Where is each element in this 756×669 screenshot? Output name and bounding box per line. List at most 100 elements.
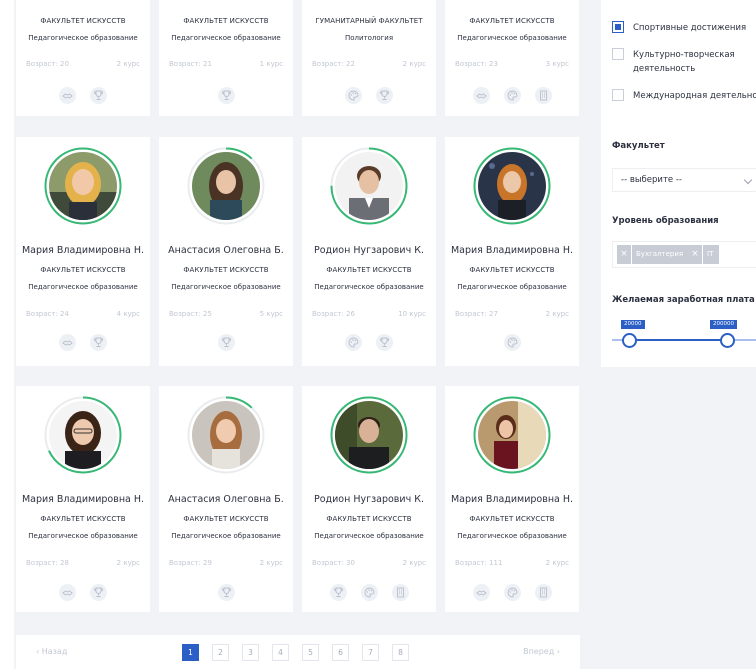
avatar[interactable]: [330, 147, 408, 225]
remove-tag-icon[interactable]: ×: [617, 245, 632, 264]
page-button-2[interactable]: 2: [212, 644, 229, 661]
card-program: Педагогическое образование: [314, 532, 424, 540]
student-card[interactable]: ФАКУЛЬТЕТ ИСКУССТВ Педагогическое образо…: [445, 0, 579, 116]
card-faculty: ФАКУЛЬТЕТ ИСКУССТВ: [326, 266, 412, 274]
card-achievement-icons: [302, 584, 436, 601]
handshake-icon: [472, 584, 490, 601]
card-achievement-icons: [159, 87, 293, 104]
page-button-8[interactable]: 8: [392, 644, 409, 661]
trophy-icon: [217, 584, 235, 601]
checkbox-label: Международная деятельность: [633, 91, 756, 101]
palette-icon: [345, 334, 362, 351]
card-faculty: ГУМАНИТАРНЫЙ ФАКУЛЬТЕТ: [315, 17, 423, 25]
page-button-4[interactable]: 4: [272, 644, 289, 661]
card-age: Возраст: 24: [26, 310, 69, 318]
student-photo: [478, 401, 546, 469]
card-faculty: ФАКУЛЬТЕТ ИСКУССТВ: [183, 17, 269, 25]
tag-chip: × Бухгалтерия: [617, 245, 689, 264]
avatar[interactable]: [330, 396, 408, 474]
slider-min-label: 20000: [621, 320, 645, 329]
remove-tag-icon[interactable]: ×: [688, 245, 703, 264]
card-faculty: ФАКУЛЬТЕТ ИСКУССТВ: [183, 266, 269, 274]
faculty-filter-title: Факультет: [612, 141, 665, 151]
checkbox-label: Спортивные достижения: [633, 23, 747, 33]
card-faculty: ФАКУЛЬТЕТ ИСКУССТВ: [469, 17, 555, 25]
faculty-select[interactable]: -- выберите --: [612, 168, 756, 192]
building-icon: [534, 87, 552, 104]
student-card[interactable]: Мария Владимировна Н. ФАКУЛЬТЕТ ИСКУССТВ…: [445, 386, 579, 612]
handshake-icon: [59, 334, 76, 351]
trophy-icon: [376, 87, 393, 104]
slider-range: [629, 339, 727, 341]
slider-min-handle[interactable]: [622, 333, 637, 348]
left-sidebar-strip: [0, 0, 14, 669]
card-name[interactable]: Анастасия Олеговна Б.: [159, 494, 293, 505]
card-achievement-icons: [302, 334, 436, 351]
page-button-5[interactable]: 5: [302, 644, 319, 661]
student-card[interactable]: Анастасия Олеговна Б. ФАКУЛЬТЕТ ИСКУССТВ…: [159, 386, 293, 612]
avatar[interactable]: [473, 147, 551, 225]
avatar[interactable]: [473, 396, 551, 474]
card-name[interactable]: Мария Владимировна Н.: [16, 494, 150, 505]
card-faculty: ФАКУЛЬТЕТ ИСКУССТВ: [40, 266, 126, 274]
student-card[interactable]: ФАКУЛЬТЕТ ИСКУССТВ Педагогическое образо…: [159, 0, 293, 116]
card-age: Возраст: 22: [312, 60, 355, 68]
education-level-title: Уровень образования: [612, 216, 719, 226]
building-icon: [391, 584, 409, 601]
card-age: Возраст: 29: [169, 559, 212, 567]
card-name[interactable]: Мария Владимировна Н.: [445, 494, 579, 505]
slider-max-handle[interactable]: [720, 333, 735, 348]
card-program: Педагогическое образование: [171, 532, 281, 540]
avatar[interactable]: [44, 147, 122, 225]
page-button-3[interactable]: 3: [242, 644, 259, 661]
student-card[interactable]: Мария Владимировна Н. ФАКУЛЬТЕТ ИСКУССТВ…: [16, 137, 150, 366]
card-program: Педагогическое образование: [457, 34, 567, 42]
next-page-label: Вперед: [523, 647, 555, 656]
avatar[interactable]: [44, 396, 122, 474]
page-button-6[interactable]: 6: [332, 644, 349, 661]
faculty-select-value: -- выберите --: [621, 175, 682, 185]
checkbox[interactable]: [612, 89, 624, 101]
salary-filter-title: Желаемая заработная плата: [612, 295, 755, 305]
card-age: Возраст: 20: [26, 60, 69, 68]
tag-chip: × IT: [688, 245, 720, 264]
trophy-icon: [376, 334, 393, 351]
student-card[interactable]: Мария Владимировна Н. ФАКУЛЬТЕТ ИСКУССТВ…: [16, 386, 150, 612]
card-program: Педагогическое образование: [171, 34, 281, 42]
avatar[interactable]: [187, 396, 265, 474]
card-name[interactable]: Анастасия Олеговна Б.: [159, 245, 293, 256]
card-course: 2 курс: [259, 559, 283, 567]
avatar[interactable]: [187, 147, 265, 225]
palette-icon: [503, 584, 521, 601]
student-card[interactable]: Родион Нугзарович К. ФАКУЛЬТЕТ ИСКУССТВ …: [302, 386, 436, 612]
student-card[interactable]: Родион Нугзарович К. ФАКУЛЬТЕТ ИСКУССТВ …: [302, 137, 436, 366]
card-name[interactable]: Мария Владимировна Н.: [445, 245, 579, 256]
card-program: Педагогическое образование: [457, 283, 567, 291]
page-button-7[interactable]: 7: [362, 644, 379, 661]
card-achievement-icons: [445, 87, 579, 104]
card-faculty: ФАКУЛЬТЕТ ИСКУССТВ: [326, 515, 412, 523]
page-button-1[interactable]: 1: [182, 644, 199, 661]
card-name[interactable]: Родион Нугзарович К.: [302, 494, 436, 505]
student-card[interactable]: ГУМАНИТАРНЫЙ ФАКУЛЬТЕТ Политология Возра…: [302, 0, 436, 116]
card-program: Педагогическое образование: [28, 283, 138, 291]
student-card[interactable]: Мария Владимировна Н. ФАКУЛЬТЕТ ИСКУССТВ…: [445, 137, 579, 366]
student-photo: [335, 401, 403, 469]
card-name[interactable]: Мария Владимировна Н.: [16, 245, 150, 256]
prev-page-button[interactable]: ‹ Назад: [36, 647, 67, 656]
palette-icon: [360, 584, 378, 601]
handshake-icon: [59, 87, 76, 104]
checkbox[interactable]: [612, 48, 624, 60]
salary-slider[interactable]: 20000 200000: [612, 318, 756, 348]
card-name[interactable]: Родион Нугзарович К.: [302, 245, 436, 256]
student-card[interactable]: Анастасия Олеговна Б. ФАКУЛЬТЕТ ИСКУССТВ…: [159, 137, 293, 366]
palette-icon: [503, 334, 521, 351]
chevron-down-icon: [743, 175, 753, 185]
next-page-button[interactable]: Вперед ›: [523, 647, 560, 656]
card-age: Возраст: 23: [455, 60, 498, 68]
card-age: Возраст: 30: [312, 559, 355, 567]
student-card[interactable]: ФАКУЛЬТЕТ ИСКУССТВ Педагогическое образо…: [16, 0, 150, 116]
trophy-icon: [329, 584, 347, 601]
checkbox[interactable]: [612, 21, 624, 33]
chevron-right-icon: ›: [554, 647, 560, 656]
